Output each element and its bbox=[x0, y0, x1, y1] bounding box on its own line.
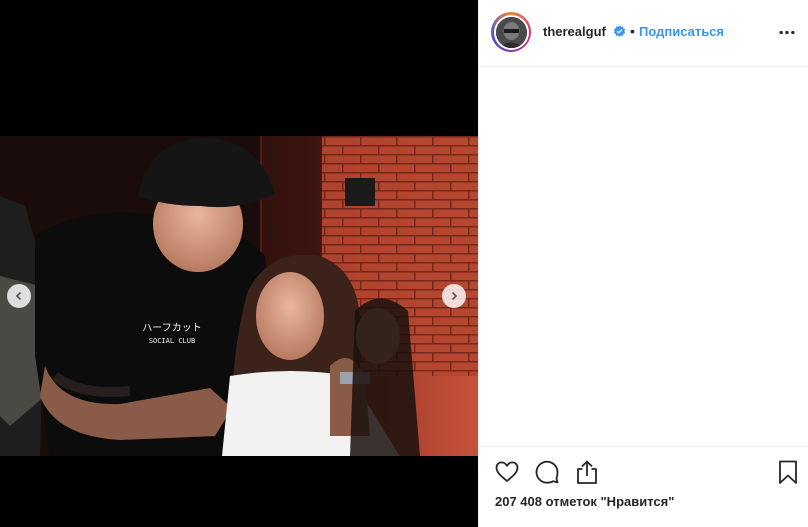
more-options-icon bbox=[779, 30, 795, 34]
bookmark-icon[interactable] bbox=[775, 459, 801, 485]
post-photo[interactable]: ハーフカット SOCIAL CLUB bbox=[0, 136, 478, 456]
likes-count[interactable]: 207 408 отметок "Нравится" bbox=[495, 494, 674, 509]
follow-button[interactable]: Подписаться bbox=[639, 24, 724, 39]
post-actions: 207 408 отметок "Нравится" bbox=[479, 446, 808, 527]
carousel-prev-button[interactable] bbox=[7, 284, 31, 308]
share-icon[interactable] bbox=[574, 459, 600, 485]
chevron-left-icon bbox=[15, 291, 22, 301]
post-header: therealguf • Подписаться bbox=[479, 0, 808, 67]
comments-area bbox=[479, 68, 808, 446]
story-ring[interactable] bbox=[491, 12, 531, 52]
post-photo-image: ハーフカット SOCIAL CLUB bbox=[0, 136, 478, 456]
post-media: ハーフカット SOCIAL CLUB bbox=[0, 0, 478, 527]
heart-icon[interactable] bbox=[494, 459, 520, 485]
verified-badge-icon bbox=[613, 25, 626, 37]
post-side-panel: therealguf • Подписаться 207 408 отметок… bbox=[478, 0, 808, 527]
avatar-image bbox=[495, 16, 527, 48]
carousel-next-button[interactable] bbox=[442, 284, 466, 308]
svg-text:ハーフカット: ハーフカット bbox=[142, 322, 201, 334]
more-options-button[interactable] bbox=[777, 22, 797, 42]
chevron-right-icon bbox=[451, 291, 458, 301]
username-link[interactable]: therealguf bbox=[543, 24, 606, 39]
separator-dot: • bbox=[630, 23, 635, 39]
comment-icon[interactable] bbox=[534, 459, 560, 485]
svg-text:SOCIAL CLUB: SOCIAL CLUB bbox=[149, 337, 195, 345]
avatar[interactable] bbox=[495, 16, 527, 48]
